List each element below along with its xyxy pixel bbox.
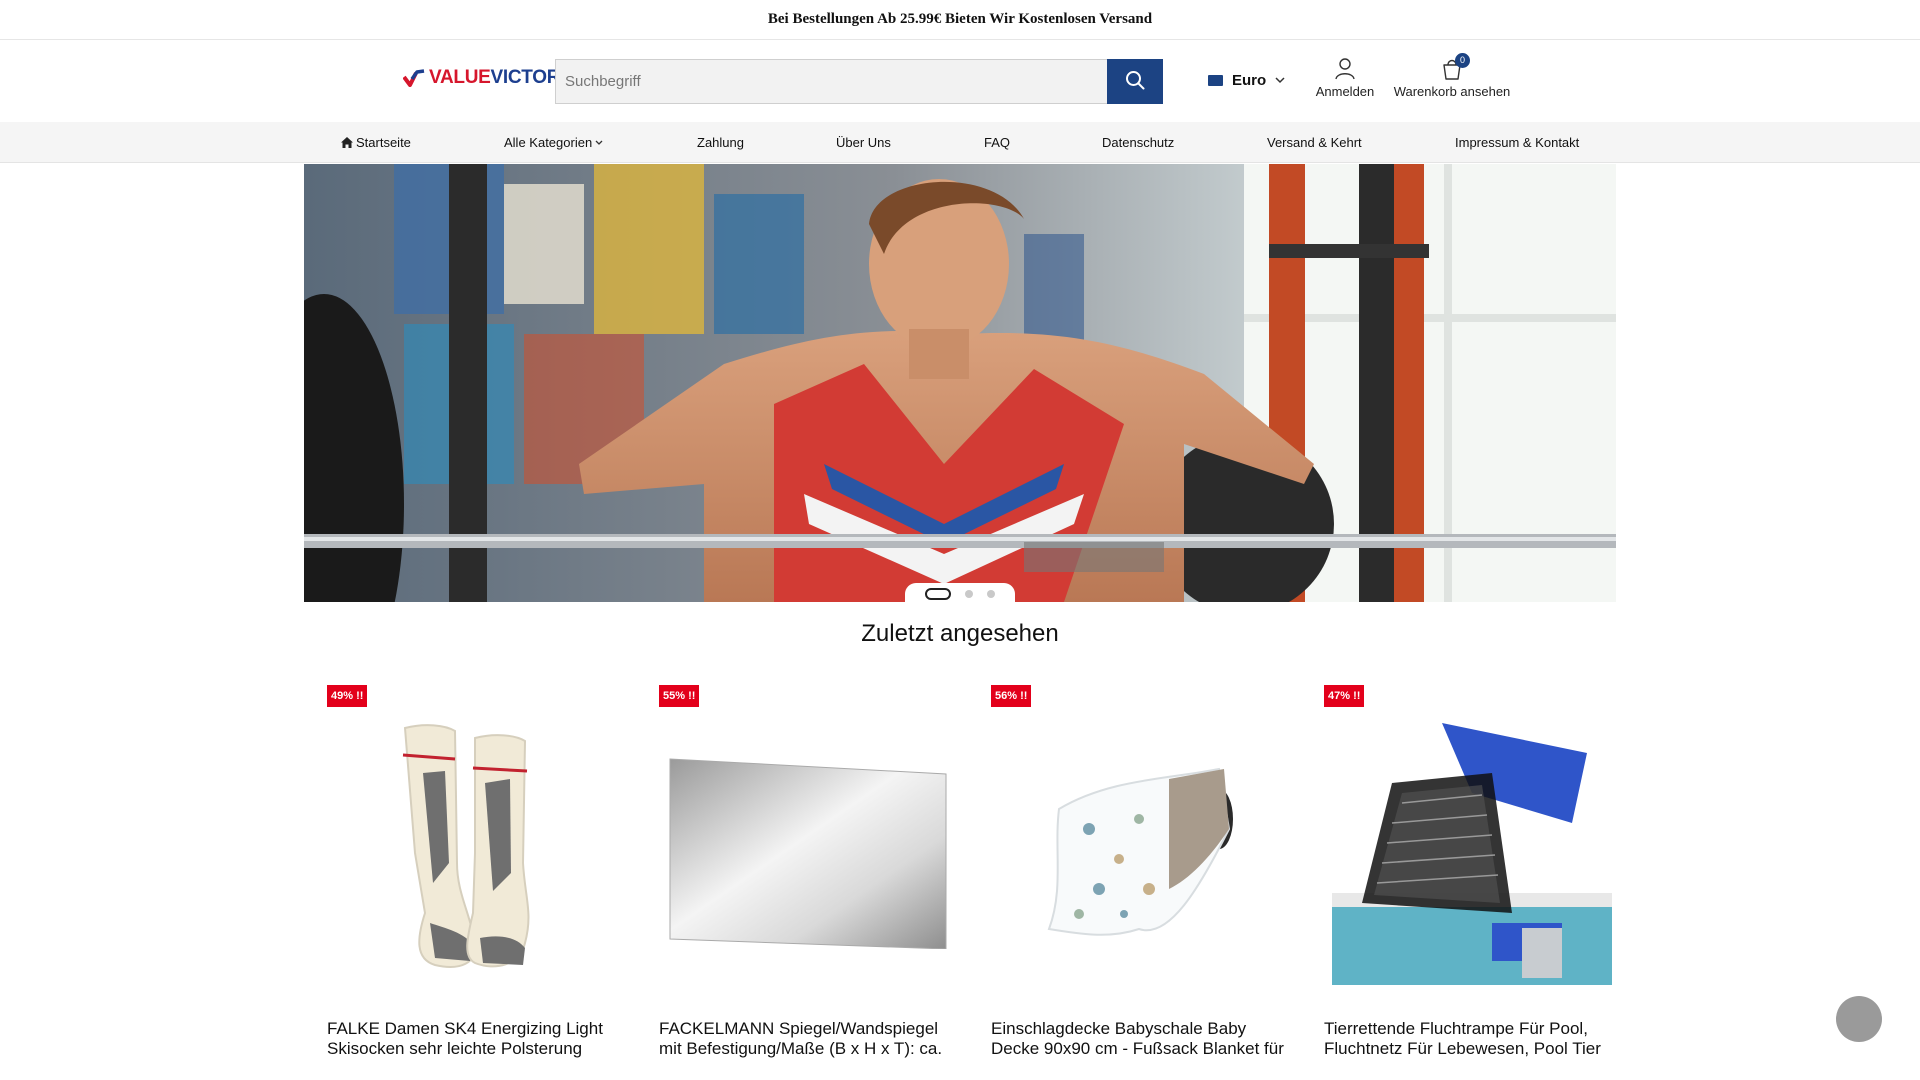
- nav-item-datenschutz[interactable]: Datenschutz: [1102, 122, 1174, 163]
- nav-label: Über Uns: [836, 135, 891, 150]
- discount-badge: 49% !!: [327, 685, 368, 707]
- search-button[interactable]: [1107, 59, 1163, 104]
- discount-badge: 55% !!: [659, 685, 700, 707]
- nav-item-zahlung[interactable]: Zahlung: [697, 122, 744, 163]
- nav-label: Datenschutz: [1102, 135, 1175, 150]
- search-input[interactable]: [555, 59, 1107, 104]
- eu-flag-icon: [1208, 74, 1223, 86]
- chat-bubble-button[interactable]: [1836, 996, 1882, 1042]
- logo-check-icon: [402, 69, 425, 87]
- account-label: Anmelden: [1315, 84, 1375, 99]
- hero-banner[interactable]: [304, 164, 1616, 602]
- nav-item-versand-kehrt[interactable]: Versand & Kehrt: [1267, 122, 1362, 163]
- product-card[interactable]: 56% !! Einschlagdecke Babyschale Baby De…: [991, 685, 1287, 1080]
- product-card[interactable]: 49% !! FALKE Damen SK4 Energizing Light …: [327, 685, 623, 1080]
- product-image-pool-ramp: [1324, 713, 1620, 985]
- cart-count-badge: 0: [1455, 53, 1470, 68]
- nav-item-impressum-kontakt[interactable]: Impressum & Kontakt: [1455, 122, 1579, 163]
- hero-image: [304, 164, 1616, 602]
- search-bar: [555, 59, 1163, 104]
- currency-selector[interactable]: Euro: [1208, 71, 1285, 89]
- product-name[interactable]: Einschlagdecke Babyschale Baby Decke 90x…: [991, 1019, 1291, 1059]
- cart-link[interactable]: 0 Warenkorb ansehen: [1390, 53, 1514, 101]
- product-image-socks: [327, 713, 623, 985]
- nav-label: Versand & Kehrt: [1267, 135, 1362, 150]
- product-name[interactable]: FALKE Damen SK4 Energizing Light Skisock…: [327, 1019, 627, 1059]
- nav-label: Alle Kategorien: [504, 135, 593, 150]
- nav-item-faq[interactable]: FAQ: [984, 122, 1010, 163]
- discount-badge: 56% !!: [991, 685, 1032, 707]
- announcement-bar: Bei Bestellungen Ab 25.99€ Bieten Wir Ko…: [0, 0, 1920, 40]
- product-image-mirror: [659, 713, 955, 985]
- cart-label: Warenkorb ansehen: [1393, 84, 1511, 99]
- nav-label: Startseite: [356, 135, 411, 150]
- account-link[interactable]: Anmelden: [1310, 57, 1380, 101]
- chevron-down-icon: [1275, 71, 1285, 89]
- user-icon: [1330, 57, 1360, 81]
- nav-item-startseite[interactable]: Startseite: [341, 122, 411, 163]
- carousel-dot-2[interactable]: [965, 590, 973, 598]
- nav-label: FAQ: [984, 135, 1011, 150]
- nav-label: Impressum & Kontakt: [1455, 135, 1580, 150]
- product-card[interactable]: 55% !! FACKELMANN Spiegel/Wandspiegel mi…: [659, 685, 955, 1080]
- shopping-bag-icon: 0: [1437, 53, 1470, 81]
- main-nav: Startseite Alle Kategorien Zahlung Über …: [0, 122, 1920, 163]
- search-icon: [1125, 70, 1145, 93]
- nav-item-alle-kategorien[interactable]: Alle Kategorien: [504, 122, 603, 163]
- discount-badge: 47% !!: [1324, 685, 1365, 707]
- product-image-baby-blanket: [991, 713, 1287, 985]
- currency-label: Euro: [1232, 71, 1267, 89]
- product-name[interactable]: FACKELMANN Spiegel/Wandspiegel mit Befes…: [659, 1019, 959, 1059]
- product-card[interactable]: 47% !! Tierrettende Fluchtrampe Für Pool…: [1324, 685, 1620, 1080]
- carousel-dots: [905, 583, 1015, 605]
- site-header: VALUEVICTOR Euro Anmelden 0 Warenkorb an…: [0, 40, 1920, 122]
- section-title: Zuletzt angesehen: [861, 620, 1059, 647]
- product-name[interactable]: Tierrettende Fluchtrampe Für Pool, Fluch…: [1324, 1019, 1624, 1059]
- announcement-text: Bei Bestellungen Ab 25.99€ Bieten Wir Ko…: [767, 11, 1153, 27]
- logo-text-victor: VICTOR: [490, 67, 561, 88]
- nav-item-ueber-uns[interactable]: Über Uns: [836, 122, 891, 163]
- nav-label: Zahlung: [697, 135, 744, 150]
- carousel-dot-1[interactable]: [925, 588, 951, 600]
- carousel-dot-3[interactable]: [987, 590, 995, 598]
- product-grid: 49% !! FALKE Damen SK4 Energizing Light …: [327, 685, 1617, 1080]
- site-logo[interactable]: VALUEVICTOR: [402, 67, 561, 89]
- home-icon: [341, 137, 353, 148]
- chevron-down-icon: [595, 140, 603, 146]
- logo-text-value: VALUE: [429, 67, 491, 88]
